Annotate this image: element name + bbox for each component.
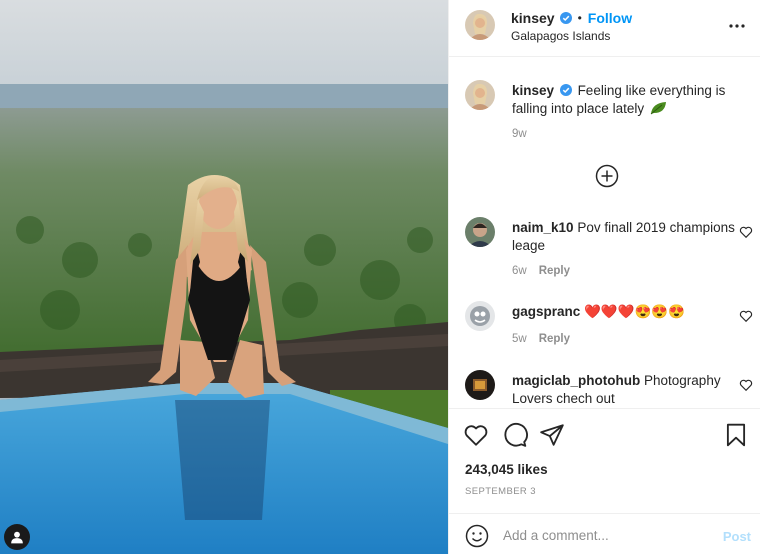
commenter-avatar[interactable] <box>465 370 495 400</box>
comment-text: naim_k10 Pov finall 2019 champions leage <box>512 219 738 255</box>
comment-body: ❤️❤️❤️😍😍😍 <box>584 304 685 319</box>
bookmark-icon[interactable] <box>723 422 749 448</box>
more-horizontal-icon <box>729 24 745 28</box>
post-image <box>0 0 448 554</box>
speech-bubble-icon[interactable] <box>502 422 528 448</box>
comment-like-icon[interactable] <box>739 378 753 392</box>
author-avatar[interactable] <box>465 10 495 40</box>
smiley-icon[interactable] <box>465 524 489 548</box>
verified-badge-icon <box>559 84 572 96</box>
comment-like-icon[interactable] <box>739 225 753 239</box>
author-line: kinsey • Follow <box>511 10 632 26</box>
separator-dot: • <box>577 11 582 25</box>
location-link[interactable]: Galapagos Islands <box>511 29 610 43</box>
likes-count[interactable]: 243,045 likes <box>465 462 548 477</box>
more-options-button[interactable] <box>725 14 749 38</box>
comment-meta: 6w Reply <box>512 265 582 277</box>
heart-outline-icon[interactable] <box>463 422 489 448</box>
caption-age: 9w <box>512 128 527 140</box>
comment-item: gagspranc ❤️❤️❤️😍😍😍 5w Reply <box>449 301 760 371</box>
paper-plane-icon[interactable] <box>539 422 565 448</box>
plus-circle-icon[interactable] <box>595 164 619 188</box>
caption-meta: 9w <box>512 128 539 140</box>
comment-like-icon[interactable] <box>739 309 753 323</box>
leaf-icon <box>650 102 666 115</box>
post-panel: kinsey • Follow Galapagos Islands kinsey… <box>448 0 760 554</box>
commenter-username[interactable]: naim_k10 <box>512 220 574 235</box>
reply-button[interactable]: Reply <box>539 265 570 277</box>
comment-age: 6w <box>512 265 527 277</box>
commenter-username[interactable]: gagspranc <box>512 304 580 319</box>
comment-text: gagspranc ❤️❤️❤️😍😍😍 <box>512 303 738 321</box>
user-tag-icon <box>11 531 23 544</box>
comment-input[interactable] <box>503 524 713 546</box>
commenter-username[interactable]: magiclab_photohub <box>512 373 640 388</box>
comments-list[interactable]: kinsey Feeling like everything is fallin… <box>449 58 760 408</box>
verified-badge-icon <box>559 12 572 24</box>
reply-button[interactable]: Reply <box>539 333 570 345</box>
post-photo[interactable] <box>0 0 448 554</box>
author-username[interactable]: kinsey <box>511 10 555 26</box>
comment-age: 5w <box>512 333 527 345</box>
caption-text: kinsey Feeling like everything is fallin… <box>512 82 738 118</box>
commenter-avatar[interactable] <box>465 301 495 331</box>
caption-item: kinsey Feeling like everything is fallin… <box>449 80 760 170</box>
follow-button[interactable]: Follow <box>588 10 632 26</box>
caption-username[interactable]: kinsey <box>512 83 554 98</box>
caption-avatar[interactable] <box>465 80 495 110</box>
post-actions: 243,045 likes SEPTEMBER 3 <box>449 408 760 513</box>
comment-meta: 5w Reply <box>512 333 582 345</box>
post-comment-button[interactable]: Post <box>723 529 751 544</box>
tagged-users-button[interactable] <box>4 524 30 550</box>
comment-item: naim_k10 Pov finall 2019 champions leage… <box>449 217 760 287</box>
comment-text: magiclab_photohub Photography Lovers che… <box>512 372 738 408</box>
commenter-avatar[interactable] <box>465 217 495 247</box>
post-header: kinsey • Follow Galapagos Islands <box>449 0 760 57</box>
add-comment-bar: Post <box>449 513 760 554</box>
comment-item: magiclab_photohub Photography Lovers che… <box>449 370 760 408</box>
post-date[interactable]: SEPTEMBER 3 <box>465 486 536 497</box>
